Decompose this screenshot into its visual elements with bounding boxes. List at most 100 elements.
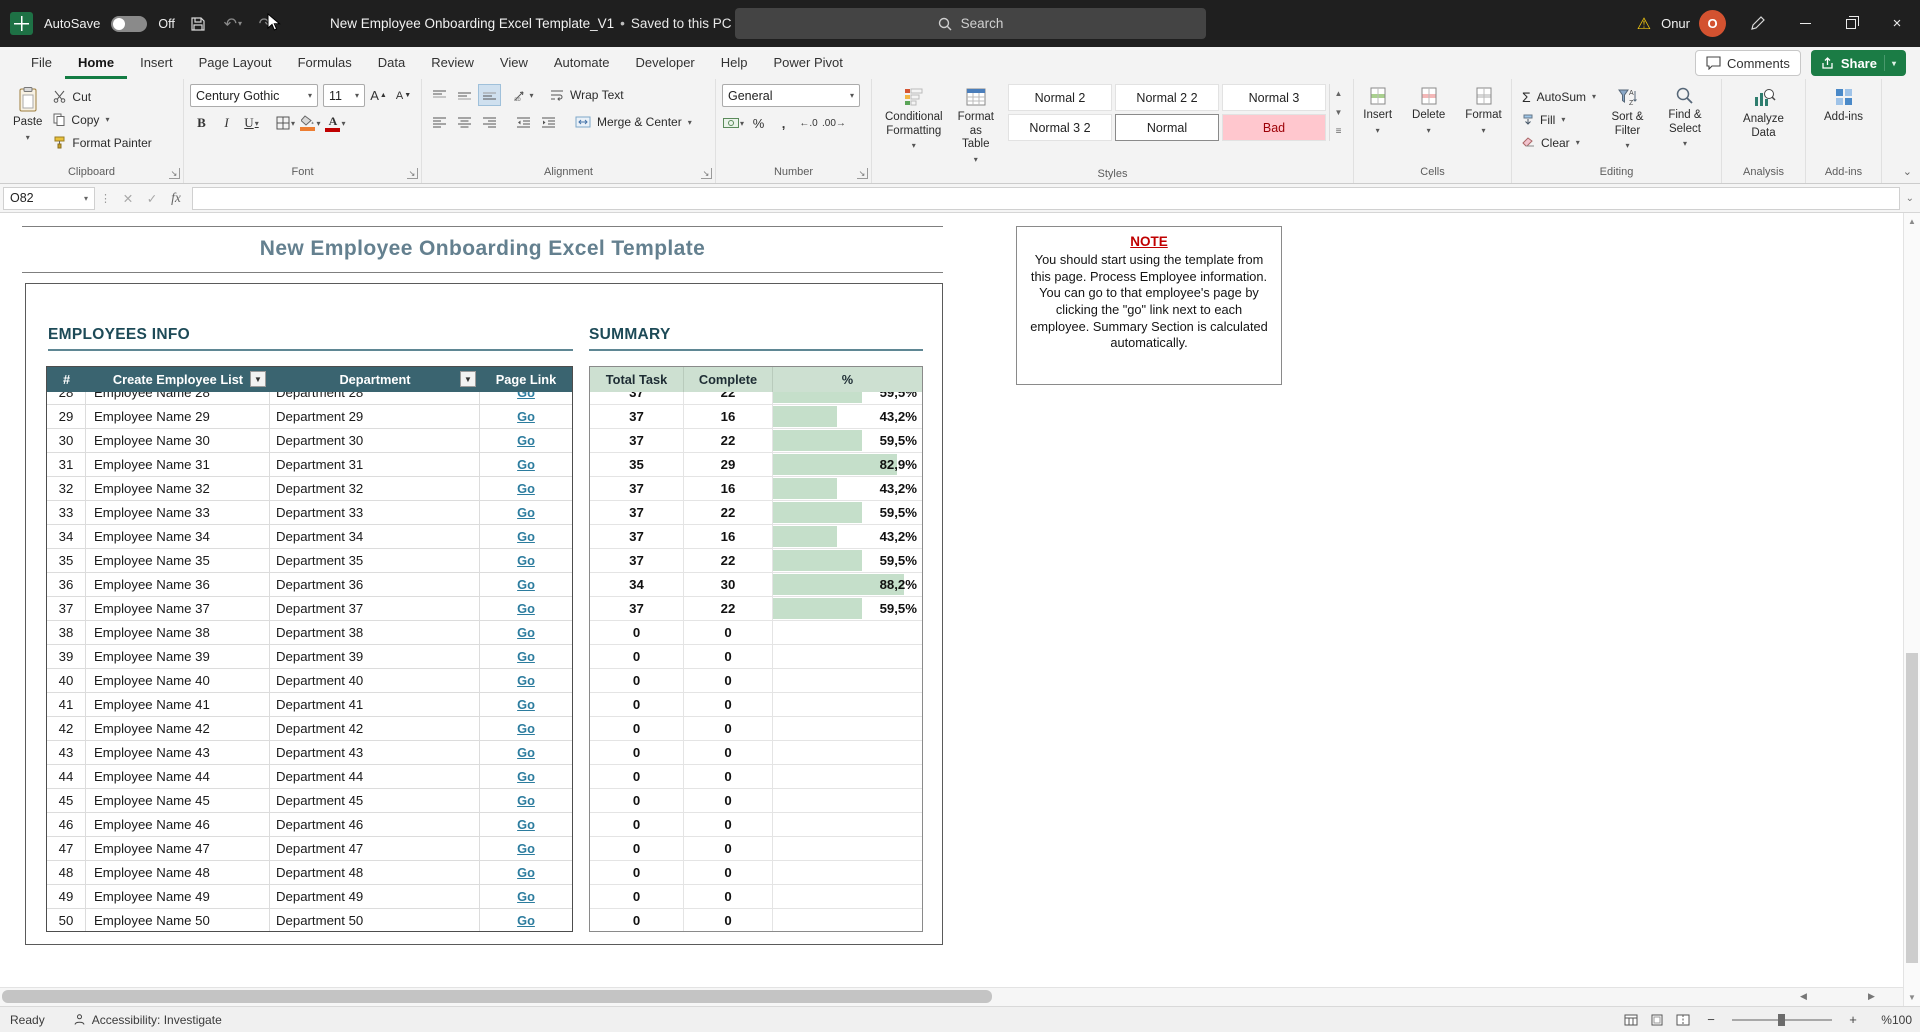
complete-cell[interactable]: 0 [684,717,773,740]
department-cell[interactable]: Department 48 [270,861,480,884]
copy-dropdown-icon[interactable]: ▾ [105,115,109,124]
row-number-cell[interactable]: 29 [47,405,86,428]
undo-button[interactable]: ↶▾ [221,9,245,39]
row-number-cell[interactable]: 43 [47,741,86,764]
employee-name-cell[interactable]: Employee Name 48 [86,861,270,884]
tab-view[interactable]: View [487,47,541,79]
row-number-cell[interactable]: 28 [47,392,86,404]
row-number-cell[interactable]: 48 [47,861,86,884]
alignment-dialog-launcher[interactable]: ↘ [701,168,712,179]
employee-name-cell[interactable]: Employee Name 37 [86,597,270,620]
total-task-cell[interactable]: 0 [590,861,684,884]
addins-button[interactable]: Add-ins [1817,84,1870,127]
tab-data[interactable]: Data [365,47,418,79]
row-number-cell[interactable]: 38 [47,621,86,644]
close-button[interactable]: × [1874,0,1920,47]
complete-cell[interactable]: 29 [684,453,773,476]
department-cell[interactable]: Department 28 [270,392,480,404]
department-cell[interactable]: Department 45 [270,789,480,812]
employee-name-cell[interactable]: Employee Name 47 [86,837,270,860]
insert-cells-button[interactable]: Insert ▾ [1356,84,1399,137]
clear-button[interactable]: Clear ▾ [1518,132,1600,153]
fill-color-button[interactable]: ▾ [299,112,322,134]
employee-name-cell[interactable]: Employee Name 50 [86,909,270,931]
complete-cell[interactable]: 0 [684,837,773,860]
horizontal-scrollbar-thumb[interactable] [2,990,992,1003]
decrease-indent-button[interactable] [512,111,535,133]
formula-input[interactable] [192,187,1900,210]
department-cell[interactable]: Department 32 [270,477,480,500]
department-cell[interactable]: Department 43 [270,741,480,764]
department-cell[interactable]: Department 49 [270,885,480,908]
employee-name-cell[interactable]: Employee Name 39 [86,645,270,668]
name-box-dropdown-icon[interactable]: ▾ [84,194,88,203]
department-cell[interactable]: Department 41 [270,693,480,716]
percent-cell[interactable]: 59,5% [773,549,922,572]
increase-indent-button[interactable] [537,111,560,133]
font-color-button[interactable]: A ▾ [324,112,347,134]
sheet-canvas[interactable]: New Employee Onboarding Excel Template N… [0,213,1903,987]
go-link[interactable]: Go [517,433,535,448]
go-link[interactable]: Go [517,625,535,640]
total-task-cell[interactable]: 35 [590,453,684,476]
go-link[interactable]: Go [517,481,535,496]
employee-name-cell[interactable]: Employee Name 34 [86,525,270,548]
row-number-cell[interactable]: 46 [47,813,86,836]
percent-cell[interactable]: 43,2% [773,405,922,428]
percent-cell[interactable]: 59,5% [773,392,922,404]
employee-name-cell[interactable]: Employee Name 28 [86,392,270,404]
percent-cell[interactable] [773,621,922,644]
autosave-toggle[interactable] [111,16,147,32]
go-link[interactable]: Go [517,913,535,928]
row-number-cell[interactable]: 44 [47,765,86,788]
accessibility-status[interactable]: Accessibility: Investigate [73,1013,222,1027]
percent-cell[interactable] [773,645,922,668]
employee-name-cell[interactable]: Employee Name 38 [86,621,270,644]
employee-name-cell[interactable]: Employee Name 45 [86,789,270,812]
department-cell[interactable]: Department 50 [270,909,480,931]
employee-name-cell[interactable]: Employee Name 30 [86,429,270,452]
complete-cell[interactable]: 0 [684,765,773,788]
complete-cell[interactable]: 30 [684,573,773,596]
row-number-cell[interactable]: 31 [47,453,86,476]
align-left-button[interactable] [428,111,451,133]
share-button[interactable]: Share ▾ [1811,50,1906,76]
row-number-cell[interactable]: 32 [47,477,86,500]
complete-cell[interactable]: 16 [684,405,773,428]
top-align-button[interactable] [428,84,451,106]
pen-mode-button[interactable] [1740,16,1774,31]
employee-name-cell[interactable]: Employee Name 32 [86,477,270,500]
percent-cell[interactable] [773,813,922,836]
complete-cell[interactable]: 22 [684,501,773,524]
complete-cell[interactable]: 0 [684,885,773,908]
department-cell[interactable]: Department 30 [270,429,480,452]
tab-file[interactable]: File [18,47,65,79]
cell-style-normal-3[interactable]: Normal 3 [1222,84,1326,111]
percent-cell[interactable] [773,837,922,860]
department-cell[interactable]: Department 37 [270,597,480,620]
clipboard-dialog-launcher[interactable]: ↘ [169,168,180,179]
employee-name-cell[interactable]: Employee Name 29 [86,405,270,428]
horizontal-scrollbar[interactable]: ◀ ▶ [0,987,1903,1006]
department-cell[interactable]: Department 40 [270,669,480,692]
go-link[interactable]: Go [517,409,535,424]
total-task-cell[interactable]: 0 [590,669,684,692]
complete-cell[interactable]: 0 [684,645,773,668]
department-cell[interactable]: Department 36 [270,573,480,596]
tab-home[interactable]: Home [65,47,127,79]
go-link[interactable]: Go [517,841,535,856]
cell-style-normal-2-2[interactable]: Normal 2 2 [1115,84,1219,111]
complete-cell[interactable]: 22 [684,429,773,452]
scroll-left-icon[interactable]: ◀ [1800,991,1807,1002]
header-page-link[interactable]: Page Link [480,367,572,392]
restore-button[interactable] [1828,0,1874,47]
find-select-button[interactable]: Find & Select ▾ [1655,84,1715,151]
total-task-cell[interactable]: 0 [590,789,684,812]
employee-name-cell[interactable]: Employee Name 36 [86,573,270,596]
total-task-cell[interactable]: 37 [590,429,684,452]
align-center-button[interactable] [453,111,476,133]
department-cell[interactable]: Department 29 [270,405,480,428]
total-task-cell[interactable]: 0 [590,885,684,908]
increase-font-button[interactable]: A▲ [367,85,390,107]
row-number-cell[interactable]: 41 [47,693,86,716]
